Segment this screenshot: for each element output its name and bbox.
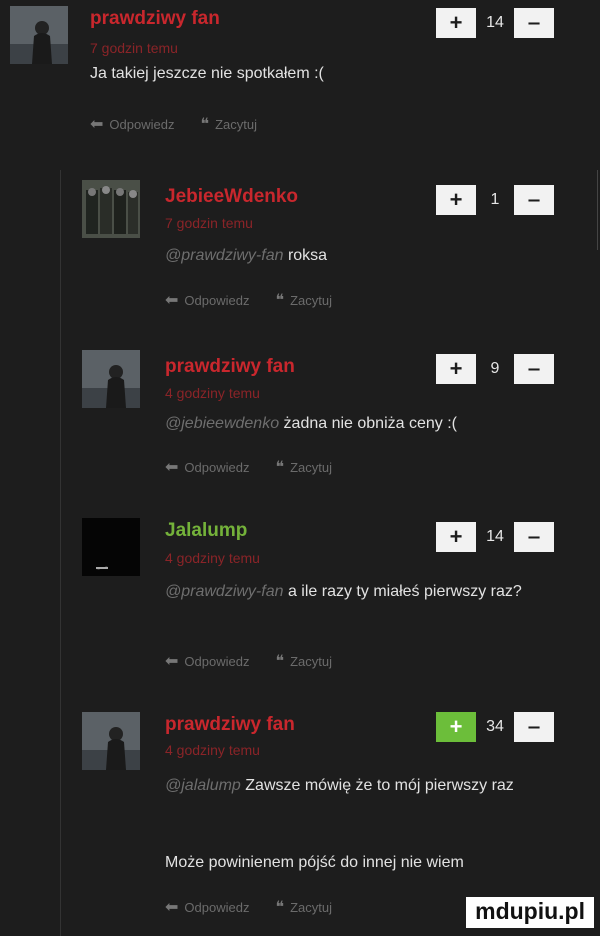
reply-button[interactable]: Odpowiedz: [109, 117, 174, 132]
quote-icon: ❝: [275, 292, 285, 309]
comment-actions: ⬅ Odpowiedz ❝ Zacytuj: [165, 651, 332, 671]
vote-widget: + 14 ‒: [436, 8, 554, 38]
reply-icon: ⬅: [165, 899, 179, 916]
comment-actions: ⬅ Odpowiedz ❝ Zacytuj: [90, 114, 257, 134]
comment-message: roksa: [287, 247, 328, 264]
avatar[interactable]: [82, 180, 140, 238]
reply-icon: ⬅: [165, 459, 179, 476]
avatar[interactable]: [82, 518, 140, 576]
reply-icon: ⬅: [90, 116, 104, 133]
comment-message: żadna nie obniża ceny :(: [283, 415, 457, 432]
quote-button[interactable]: Zacytuj: [215, 117, 257, 132]
comment-text: @jalalump Zawsze mówię że to mój pierwsz…: [165, 772, 585, 799]
comment-timestamp: 7 godzin temu: [165, 215, 253, 231]
vote-widget: + 34 ‒: [436, 712, 554, 742]
comment-message: Zawsze mówię że to mój pierwszy raz: [245, 777, 514, 794]
comment-timestamp: 7 godzin temu: [90, 40, 178, 56]
quote-icon: ❝: [200, 116, 210, 133]
quote-icon: ❝: [275, 653, 285, 670]
downvote-button[interactable]: ‒: [514, 354, 554, 384]
upvote-button[interactable]: +: [436, 8, 476, 38]
vote-count: 1: [490, 191, 500, 208]
downvote-button[interactable]: ‒: [514, 712, 554, 742]
quote-button[interactable]: Zacytuj: [290, 900, 332, 915]
scrollbar[interactable]: [594, 170, 598, 250]
reply-button[interactable]: Odpowiedz: [184, 460, 249, 475]
upvote-button[interactable]: +: [436, 522, 476, 552]
comment-author[interactable]: Jalalump: [165, 520, 247, 542]
comment-text: @prawdziwy-fan a ile razy ty miałeś pier…: [165, 578, 585, 605]
quote-button[interactable]: Zacytuj: [290, 654, 332, 669]
comment-text-paragraph: Może powinienem pójść do innej nie wiem: [165, 849, 585, 876]
comment-author[interactable]: prawdziwy fan: [90, 8, 220, 30]
comment-actions: ⬅ Odpowiedz ❝ Zacytuj: [165, 290, 332, 310]
avatar[interactable]: [82, 350, 140, 408]
quote-button[interactable]: Zacytuj: [290, 460, 332, 475]
comment-message: Może powinienem pójść do innej nie wiem: [165, 854, 464, 871]
reply-icon: ⬅: [165, 653, 179, 670]
vote-widget: + 1 ‒: [436, 185, 554, 215]
upvote-button[interactable]: +: [436, 712, 476, 742]
comment-actions: ⬅ Odpowiedz ❝ Zacytuj: [165, 897, 332, 917]
comment: prawdziwy fan 7 godzin temu Ja takiej je…: [10, 6, 590, 146]
reply-thread-line: [60, 170, 61, 936]
quote-icon: ❝: [275, 899, 285, 916]
comment-mention[interactable]: @jebieewdenko: [165, 415, 279, 432]
avatar[interactable]: [10, 6, 68, 64]
comment-author[interactable]: prawdziwy fan: [165, 356, 295, 378]
quote-icon: ❝: [275, 459, 285, 476]
avatar[interactable]: [82, 712, 140, 770]
comment: Jalalump 4 godziny temu @prawdziwy-fan a…: [82, 518, 590, 683]
reply-icon: ⬅: [165, 292, 179, 309]
comment: JebieeWdenko 7 godzin temu @prawdziwy-fa…: [82, 180, 590, 320]
vote-widget: + 14 ‒: [436, 522, 554, 552]
comment-author[interactable]: JebieeWdenko: [165, 186, 298, 208]
vote-count: 14: [486, 14, 504, 31]
reply-button[interactable]: Odpowiedz: [184, 900, 249, 915]
quote-button[interactable]: Zacytuj: [290, 293, 332, 308]
downvote-button[interactable]: ‒: [514, 522, 554, 552]
vote-count: 9: [490, 360, 500, 377]
vote-count: 34: [486, 718, 504, 735]
reply-button[interactable]: Odpowiedz: [184, 654, 249, 669]
comment-actions: ⬅ Odpowiedz ❝ Zacytuj: [165, 457, 332, 477]
downvote-button[interactable]: ‒: [514, 8, 554, 38]
comment-text: Ja takiej jeszcze nie spotkałem :(: [90, 60, 450, 87]
comment-mention[interactable]: @jalalump: [165, 777, 241, 794]
comment-mention[interactable]: @prawdziwy-fan: [165, 583, 284, 600]
comment-text: @prawdziwy-fan roksa: [165, 242, 545, 269]
upvote-button[interactable]: +: [436, 354, 476, 384]
comment-message: a ile razy ty miałeś pierwszy raz?: [287, 583, 522, 600]
comment: prawdziwy fan 4 godziny temu @jebieewden…: [82, 350, 590, 490]
comment-timestamp: 4 godziny temu: [165, 742, 260, 758]
site-watermark: mdupiu.pl: [466, 897, 594, 928]
comment-message: Ja takiej jeszcze nie spotkałem :(: [90, 65, 324, 82]
vote-count: 14: [486, 528, 504, 545]
downvote-button[interactable]: ‒: [514, 185, 554, 215]
comment-mention[interactable]: @prawdziwy-fan: [165, 247, 284, 264]
reply-button[interactable]: Odpowiedz: [184, 293, 249, 308]
comment-timestamp: 4 godziny temu: [165, 385, 260, 401]
comment-timestamp: 4 godziny temu: [165, 550, 260, 566]
upvote-button[interactable]: +: [436, 185, 476, 215]
comment-text: @jebieewdenko żadna nie obniża ceny :(: [165, 410, 585, 437]
vote-widget: + 9 ‒: [436, 354, 554, 384]
comment-author[interactable]: prawdziwy fan: [165, 714, 295, 736]
